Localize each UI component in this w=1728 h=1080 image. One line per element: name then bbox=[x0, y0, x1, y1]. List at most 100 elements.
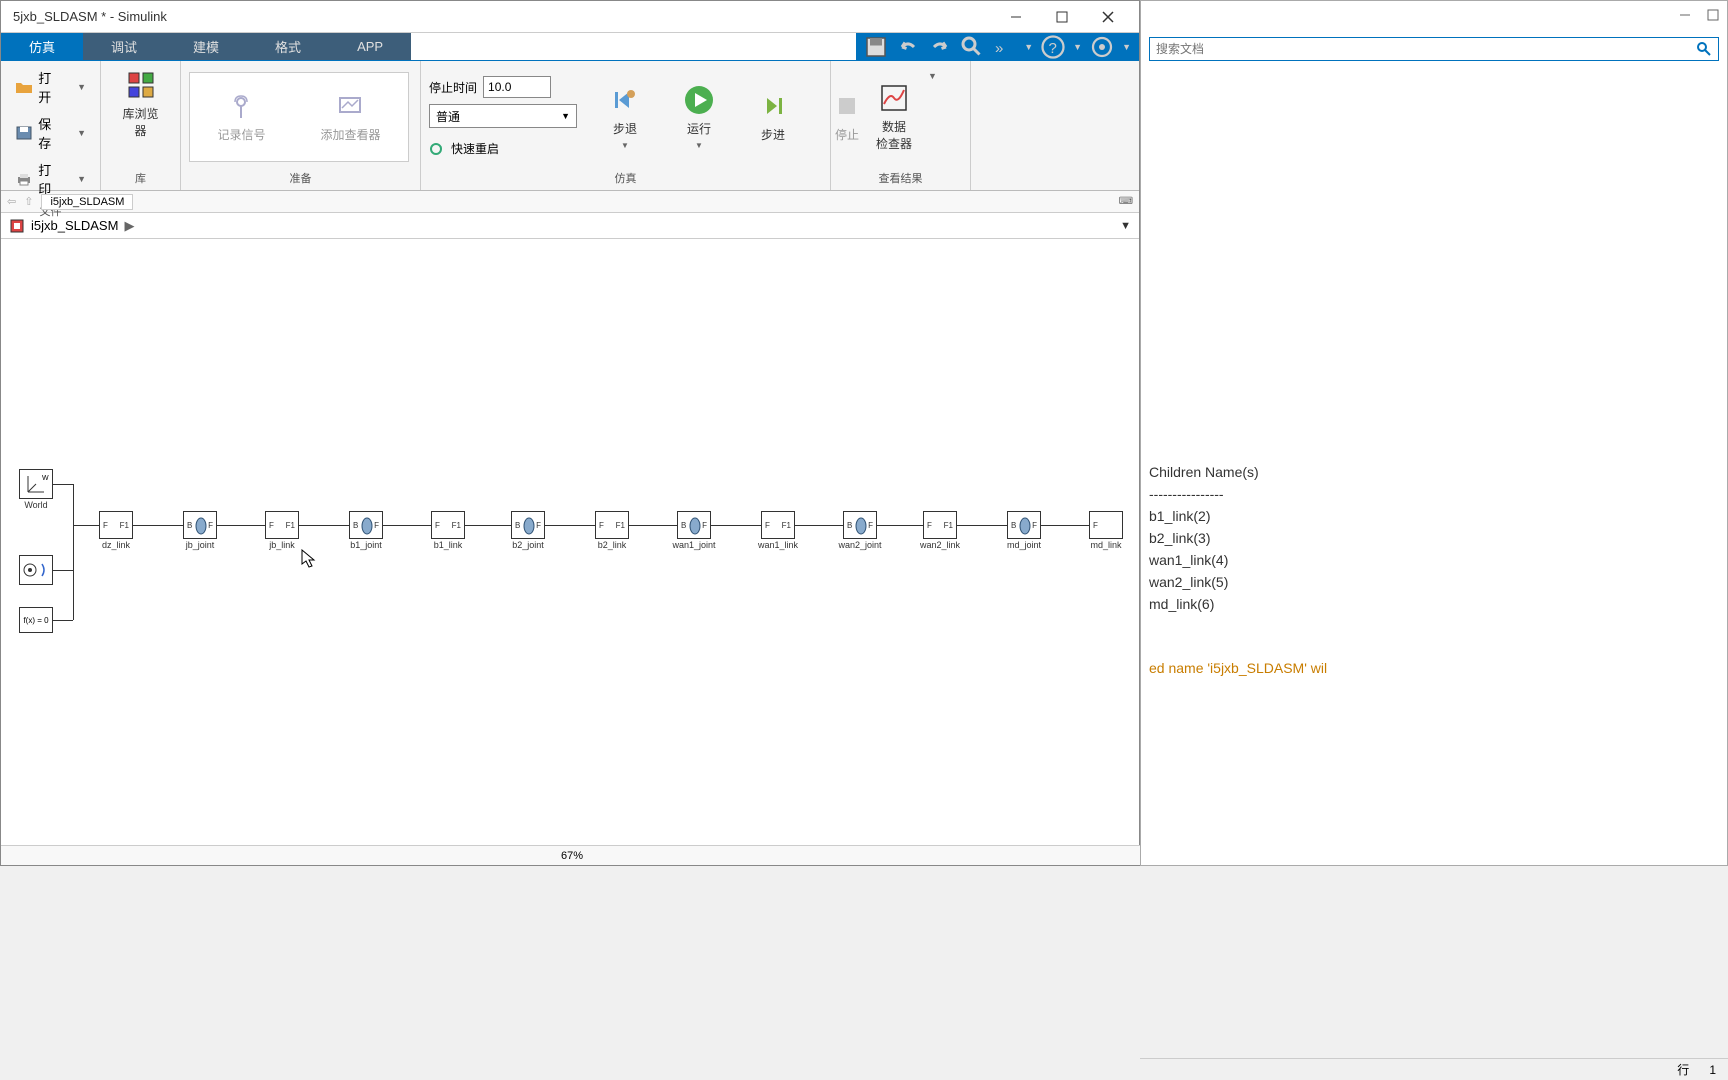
tab-modeling[interactable]: 建模 bbox=[165, 33, 247, 60]
step-forward-button[interactable]: 步进 bbox=[745, 86, 801, 147]
nav-path[interactable]: i5jxb_SLDASM bbox=[41, 194, 133, 210]
block-solver[interactable]: f(x) = 0 bbox=[19, 607, 53, 633]
wire bbox=[711, 525, 761, 526]
stop-time-label: 停止时间 bbox=[429, 79, 477, 96]
block-b2-link[interactable]: F F1 b2_link bbox=[595, 511, 629, 539]
nav-bar: ⇦ ⇧ i5jxb_SLDASM ⌨ bbox=[1, 191, 1139, 213]
zoom-level: 67% bbox=[561, 850, 583, 862]
block-b1-joint[interactable]: B F b1_joint bbox=[349, 511, 383, 539]
tab-format[interactable]: 格式 bbox=[247, 33, 329, 60]
cursor-icon bbox=[301, 549, 317, 569]
wire bbox=[299, 525, 349, 526]
step-back-button[interactable]: 步退 ▼ bbox=[597, 80, 653, 154]
toolstrip: 打开 ▼ 保存 ▼ 打印 ▼ 文件 库浏览器 bbox=[1, 61, 1139, 191]
search-icon[interactable] bbox=[1696, 41, 1712, 57]
wire bbox=[465, 525, 511, 526]
search-icon[interactable] bbox=[960, 35, 984, 59]
svg-text:?: ? bbox=[1049, 40, 1057, 57]
window-title: 5jxb_SLDASM * - Simulink bbox=[9, 9, 993, 24]
data-inspector-button[interactable]: 数据 检查器 bbox=[864, 78, 924, 156]
block-config[interactable] bbox=[19, 555, 53, 585]
chevron-down-icon[interactable]: ▼ bbox=[928, 71, 937, 81]
block-wan1-link[interactable]: F F1 wan1_link bbox=[761, 511, 795, 539]
wire bbox=[133, 525, 183, 526]
wire bbox=[73, 484, 74, 620]
disk-icon bbox=[15, 126, 32, 140]
redo-icon[interactable] bbox=[928, 35, 952, 59]
step-back-icon bbox=[609, 84, 641, 116]
add-viewer-button[interactable]: 添加查看器 bbox=[308, 86, 392, 147]
canvas[interactable]: W World f(x) = 0 F F1 dz_link B F jb_joi… bbox=[1, 239, 1139, 855]
tab-app[interactable]: APP bbox=[329, 33, 411, 60]
block-wan1-joint[interactable]: B F wan1_joint bbox=[677, 511, 711, 539]
breadcrumb-model[interactable]: i5jxb_SLDASM bbox=[31, 218, 118, 233]
block-md-link[interactable]: F md_link bbox=[1089, 511, 1123, 539]
close-button[interactable] bbox=[1085, 2, 1131, 32]
block-wan2-link[interactable]: F F1 wan2_link bbox=[923, 511, 957, 539]
step-forward-icon bbox=[757, 90, 789, 122]
model-icon bbox=[9, 218, 25, 234]
block-md-joint[interactable]: B F md_joint bbox=[1007, 511, 1041, 539]
block-b1-link[interactable]: F F1 b1_link bbox=[431, 511, 465, 539]
side-title-bar bbox=[1141, 1, 1727, 33]
minimize-button[interactable] bbox=[993, 2, 1039, 32]
wire bbox=[73, 525, 99, 526]
run-button[interactable]: 运行 ▼ bbox=[671, 80, 727, 154]
joint-icon bbox=[1018, 516, 1032, 536]
joint-icon bbox=[688, 516, 702, 536]
nav-back-icon[interactable]: ⇦ bbox=[7, 195, 16, 208]
wire bbox=[217, 525, 265, 526]
wire bbox=[53, 484, 73, 485]
title-bar: 5jxb_SLDASM * - Simulink bbox=[1, 1, 1139, 33]
wire bbox=[53, 570, 73, 571]
help-icon[interactable]: ? bbox=[1041, 35, 1065, 59]
maximize-button[interactable] bbox=[1707, 8, 1719, 26]
block-world[interactable]: W World bbox=[19, 469, 53, 499]
block-jb-link[interactable]: F F1 jb_link bbox=[265, 511, 299, 539]
viewer-icon bbox=[334, 90, 366, 122]
stop-time-input[interactable] bbox=[483, 76, 551, 98]
gear-icon bbox=[20, 560, 40, 580]
folder-icon bbox=[15, 80, 32, 94]
wire bbox=[545, 525, 595, 526]
svg-text:»: » bbox=[995, 40, 1003, 57]
fast-restart-button[interactable]: 快速重启 bbox=[429, 134, 577, 157]
command-output: Children Name(s) ---------------- b1_lin… bbox=[1141, 61, 1727, 865]
chevron-down-icon: ▼ bbox=[77, 82, 86, 92]
wire bbox=[957, 525, 1007, 526]
target-icon[interactable] bbox=[1090, 35, 1114, 59]
signal-icon bbox=[225, 90, 257, 122]
save-icon[interactable] bbox=[864, 35, 888, 59]
restart-icon bbox=[429, 142, 445, 156]
breadcrumb-dropdown[interactable]: ▼ bbox=[1120, 220, 1131, 232]
nav-up-icon[interactable]: ⇧ bbox=[24, 195, 33, 208]
expand-icon[interactable]: » bbox=[992, 35, 1016, 59]
open-button[interactable]: 打开 ▼ bbox=[9, 65, 92, 109]
keyboard-icon[interactable]: ⌨ bbox=[1119, 196, 1133, 207]
block-dz-link[interactable]: F F1 dz_link bbox=[99, 511, 133, 539]
search-input[interactable] bbox=[1156, 42, 1696, 56]
joint-icon bbox=[194, 516, 208, 536]
section-prepare-label: 准备 bbox=[189, 168, 412, 188]
block-wan2-joint[interactable]: B F wan2_joint bbox=[843, 511, 877, 539]
sim-mode-select[interactable]: 普通 ▼ bbox=[429, 104, 577, 128]
maximize-button[interactable] bbox=[1039, 2, 1085, 32]
library-browser-button[interactable]: 库浏览器 bbox=[109, 65, 172, 143]
play-icon bbox=[683, 84, 715, 116]
log-signal-button[interactable]: 记录信号 bbox=[205, 86, 277, 147]
minimize-button[interactable] bbox=[1679, 8, 1691, 26]
main-status-bar: 67% bbox=[1, 845, 1141, 865]
block-b2-joint[interactable]: B F b2_joint bbox=[511, 511, 545, 539]
wire bbox=[1041, 525, 1089, 526]
save-button[interactable]: 保存 ▼ bbox=[9, 111, 92, 155]
svg-text:W: W bbox=[42, 475, 49, 482]
matlab-status-bar: 行 1 bbox=[1140, 1058, 1728, 1080]
tab-debug[interactable]: 调试 bbox=[83, 33, 165, 60]
line-label: 行 bbox=[1677, 1061, 1689, 1078]
wire bbox=[53, 620, 73, 621]
ribbon-tabs: 仿真 调试 建模 格式 APP » ▼ ? ▼ ▼ bbox=[1, 33, 1139, 61]
block-jb-joint[interactable]: B F jb_joint bbox=[183, 511, 217, 539]
world-frame-icon: W bbox=[22, 472, 50, 496]
undo-icon[interactable] bbox=[896, 35, 920, 59]
tab-simulation[interactable]: 仿真 bbox=[1, 33, 83, 60]
